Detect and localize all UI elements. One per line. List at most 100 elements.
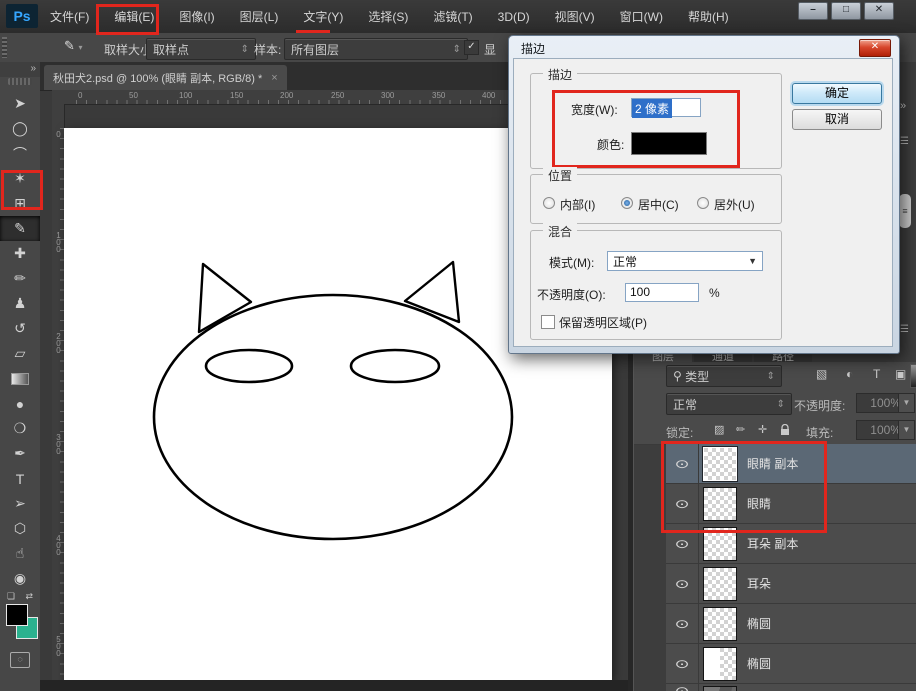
face-ellipse-shape [154,295,512,539]
layer-row-partial[interactable]: ⊙ [666,684,916,691]
show-sampling-ring-checkbox[interactable]: ✓ [464,40,479,55]
layer-thumbnail[interactable] [703,686,737,691]
visibility-cell[interactable]: ⊙ [666,564,699,603]
eye-icon: ⊙ [674,657,689,671]
radio-inside[interactable] [543,197,555,209]
blending-group: 混合 模式(M): 正常 ▼ 不透明度(O): 100 % 保留透明区域(P) [530,230,782,340]
filter-pixel-layer-icon[interactable]: ▧ [816,367,827,381]
lock-position-icon[interactable]: ✛ [758,423,767,436]
fill-dropdown-icon[interactable]: ▼ [898,420,915,440]
percent-label: % [709,286,720,300]
menu-3d[interactable]: 3D(D) [498,10,530,24]
maximize-button[interactable]: □ [831,2,861,20]
tab-close-icon[interactable]: × [271,72,277,84]
filter-shape-layer-icon[interactable]: ▣ [895,367,906,381]
visibility-cell[interactable]: ⊙ [666,604,699,643]
photoshop-window: Ps 文件(F) 编辑(E) 图像(I) 图层(L) 文字(Y) 选择(S) 滤… [0,0,916,691]
dock-collapse-icon[interactable]: » [900,100,906,112]
tool-move[interactable]: ➤ [0,91,40,116]
tool-clone-stamp[interactable]: ♟ [0,291,40,316]
swap-colors-icon[interactable]: ⇄ [25,591,33,604]
toolbar-collapse-button[interactable]: » [0,62,40,77]
close-button[interactable]: ✕ [864,2,894,20]
sample-select[interactable]: 所有图层 ⇕ [284,38,468,60]
layer-thumbnail[interactable] [703,567,737,601]
chevron-down-icon: ▾ [79,43,83,52]
menu-view[interactable]: 视图(V) [555,8,595,25]
layer-row-ellipse-1[interactable]: ⊙ 椭圆 [666,604,916,644]
highlight-segment [296,30,330,33]
mode-label: 模式(M): [549,254,594,271]
blend-mode-select[interactable]: 正常 ⇕ [666,393,792,415]
menu-select[interactable]: 选择(S) [368,8,408,25]
tool-history-brush[interactable]: ↺ [0,316,40,341]
stroke-group-legend: 描边 [543,66,577,83]
visibility-cell[interactable]: ⊙ [666,644,699,683]
layer-filter-select[interactable]: ⚲ 类型 ⇕ [666,365,782,387]
lock-transparency-icon[interactable]: ▨ [714,423,724,436]
menu-file[interactable]: 文件(F) [50,8,89,25]
radio-inside-label[interactable]: 内部(I) [560,196,595,213]
layer-name: 耳朵 [747,575,771,592]
filter-toggle-icon[interactable] [910,364,916,388]
panel-menu-icon[interactable]: ☰ [900,136,909,147]
menu-layer[interactable]: 图层(L) [240,8,279,25]
pasteboard-bottom [40,680,628,691]
tool-healing-brush[interactable]: ✚ [0,241,40,266]
radio-center-label[interactable]: 居中(C) [638,196,679,213]
document-tab[interactable]: 秋田犬2.psd @ 100% (眼睛 副本, RGB/8) * × [44,65,287,90]
tool-brush[interactable]: ✏ [0,266,40,291]
lock-all-icon[interactable] [780,424,790,439]
layer-filter-row: ⚲ 类型 ⇕ ▧ ◐ T ▣ ❏ [634,362,916,390]
eye-icon: ⊙ [674,577,689,591]
tool-gradient[interactable] [0,366,40,391]
foreground-color-swatch[interactable] [6,604,28,626]
ok-button[interactable]: 确定 [792,83,882,104]
sample-size-select[interactable]: 取样点 ⇕ [146,38,256,60]
default-colors-icon[interactable]: ❏ [7,591,15,604]
tool-pen[interactable]: ✒ [0,441,40,466]
menu-help[interactable]: 帮助(H) [688,8,729,25]
menu-window[interactable]: 窗口(W) [620,8,663,25]
tool-shape[interactable]: ⬡ [0,516,40,541]
dialog-opacity-input[interactable]: 100 [625,283,699,302]
quick-mask-button[interactable]: ◌ [10,652,30,668]
dock-scrollbar[interactable]: ≡ [899,194,911,228]
visibility-cell[interactable]: ⊙ [666,684,699,691]
filter-adjustment-layer-icon[interactable]: ◐ [846,367,853,381]
tool-zoom[interactable]: ◉ [0,566,40,591]
lock-pixels-icon[interactable]: ✏ [736,423,745,436]
layer-thumbnail[interactable] [703,647,737,681]
toolbar-grip[interactable] [8,78,32,85]
tool-lasso[interactable]: ⌒ [0,141,40,166]
tool-hand[interactable]: ☝ [0,541,40,566]
minimize-button[interactable]: – [798,2,828,20]
radio-outside-label[interactable]: 居外(U) [714,196,755,213]
layer-row-ellipse-2[interactable]: ⊙ 椭圆 [666,644,916,684]
mode-select[interactable]: 正常 ▼ [607,251,763,271]
panel-menu-icon[interactable]: ☰ [900,324,909,335]
mode-value: 正常 [613,253,637,270]
tool-path-selection[interactable]: ➢ [0,491,40,516]
layer-row-ears[interactable]: ⊙ 耳朵 [666,564,916,604]
preserve-transparency-label[interactable]: 保留透明区域(P) [559,314,647,331]
eyedropper-tool-icon[interactable]: ✎ ▾ [64,38,94,57]
tool-type[interactable]: T [0,466,40,491]
tool-elliptical-marquee[interactable]: ◯ [0,116,40,141]
layer-thumbnail[interactable] [703,607,737,641]
menu-image[interactable]: 图像(I) [179,8,214,25]
menu-type[interactable]: 文字(Y) [303,8,343,25]
radio-center[interactable] [621,197,633,209]
preserve-transparency-checkbox[interactable] [541,315,555,329]
tool-eyedropper[interactable]: ✎ [0,216,40,241]
opacity-dropdown-icon[interactable]: ▼ [898,393,915,413]
radio-outside[interactable] [697,197,709,209]
left-ear-shape [199,264,251,332]
cancel-button[interactable]: 取消 [792,109,882,130]
dialog-close-button[interactable]: ✕ [859,39,891,57]
tool-dodge[interactable]: ❍ [0,416,40,441]
filter-type-layer-icon[interactable]: T [873,367,880,381]
tool-blur[interactable]: ● [0,391,40,416]
menu-filter[interactable]: 滤镜(T) [433,8,472,25]
tool-eraser[interactable]: ▱ [0,341,40,366]
